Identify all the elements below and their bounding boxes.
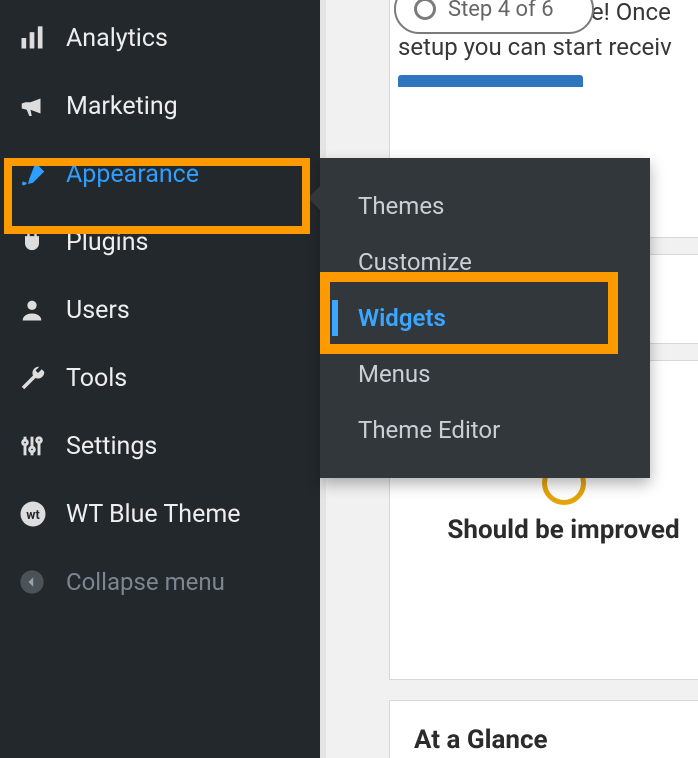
submenu-label-widgets: Widgets (358, 304, 446, 332)
collapse-menu-label: Collapse menu (66, 568, 225, 596)
svg-text:wt: wt (26, 508, 39, 523)
site-health-status: Should be improved (410, 515, 698, 545)
user-icon (18, 296, 56, 324)
sidebar-item-appearance[interactable]: Appearance (0, 140, 320, 208)
submenu-item-themes[interactable]: Themes (320, 178, 650, 234)
theme-logo-icon: wt (18, 499, 56, 529)
admin-sidebar: Analytics Marketing Appearance Plugins U (0, 0, 320, 758)
collapse-icon (18, 568, 56, 596)
sliders-icon (18, 432, 56, 460)
brush-icon (18, 159, 56, 189)
setup-line2: setup you can start receiv (398, 33, 672, 61)
sidebar-label-marketing: Marketing (66, 92, 178, 121)
submenu-item-widgets[interactable]: Widgets (320, 290, 650, 346)
submenu-label-menus: Menus (358, 360, 431, 388)
setup-step-badge: Step 4 of 6 (394, 0, 594, 34)
sidebar-label-settings: Settings (66, 432, 157, 461)
submenu-label-customize: Customize (358, 248, 472, 276)
sidebar-label-appearance: Appearance (66, 160, 199, 189)
wrench-icon (18, 363, 56, 393)
analytics-icon (18, 24, 56, 52)
sidebar-item-analytics[interactable]: Analytics (0, 4, 320, 72)
sidebar-label-analytics: Analytics (66, 24, 168, 53)
step-label: Step 4 of 6 (448, 0, 554, 22)
primary-action-partial[interactable] (398, 75, 583, 87)
at-a-glance-title: At a Glance (414, 725, 698, 755)
submenu-label-themes: Themes (358, 192, 444, 220)
sidebar-label-tools: Tools (66, 364, 127, 393)
sidebar-item-plugins[interactable]: Plugins (0, 208, 320, 276)
megaphone-icon (18, 91, 56, 121)
step-progress-icon (414, 0, 436, 20)
sidebar-item-users[interactable]: Users (0, 276, 320, 344)
submenu-item-menus[interactable]: Menus (320, 346, 650, 402)
submenu-item-theme-editor[interactable]: Theme Editor (320, 402, 650, 458)
submenu-item-customize[interactable]: Customize (320, 234, 650, 290)
sidebar-label-users: Users (66, 296, 130, 325)
sidebar-label-wt-blue-theme: WT Blue Theme (66, 500, 241, 529)
submenu-label-theme-editor: Theme Editor (358, 416, 500, 444)
plug-icon (18, 228, 56, 256)
at-a-glance-panel: At a Glance (389, 700, 698, 758)
sidebar-item-marketing[interactable]: Marketing (0, 72, 320, 140)
sidebar-item-tools[interactable]: Tools (0, 344, 320, 412)
sidebar-item-settings[interactable]: Settings (0, 412, 320, 480)
collapse-menu-button[interactable]: Collapse menu (0, 548, 320, 616)
sidebar-item-wt-blue-theme[interactable]: wt WT Blue Theme (0, 480, 320, 548)
appearance-submenu: Themes Customize Widgets Menus Theme Edi… (320, 158, 650, 478)
sidebar-label-plugins: Plugins (66, 228, 148, 257)
